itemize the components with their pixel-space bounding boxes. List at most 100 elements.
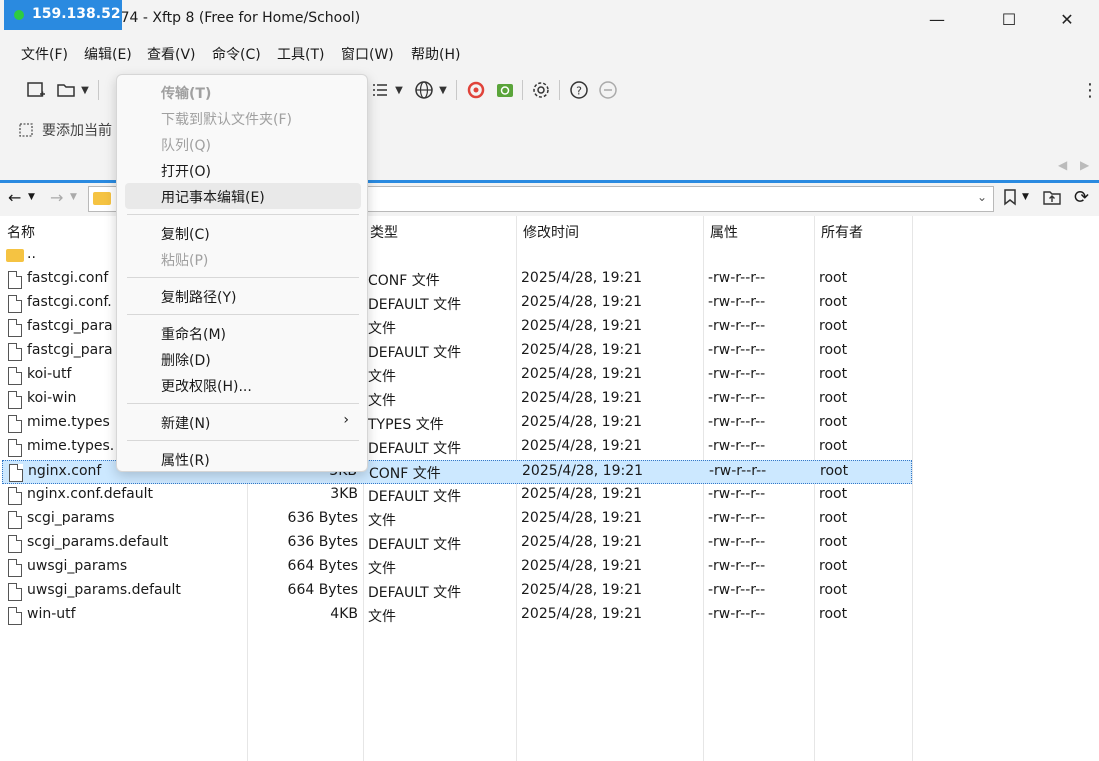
more-options-icon[interactable]: ⋮	[1078, 78, 1099, 102]
file-attributes: -rw-r--r--	[708, 366, 766, 382]
globe-dropdown-icon[interactable]: ▼	[436, 78, 450, 102]
file-modified: 2025/4/28, 19:21	[521, 510, 643, 526]
file-attributes: -rw-r--r--	[708, 558, 766, 574]
column-header-modified[interactable]: 修改时间	[523, 222, 579, 242]
file-icon	[8, 415, 22, 433]
close-button[interactable]: ✕	[1044, 0, 1090, 38]
minimize-button[interactable]: —	[914, 0, 960, 38]
file-owner: root	[819, 366, 848, 382]
file-icon	[8, 271, 22, 289]
context-menu-item[interactable]: 传输(T)	[125, 79, 361, 105]
file-name: fastcgi_para	[27, 342, 113, 358]
file-type: CONF 文件	[369, 466, 441, 482]
file-type: 文件	[368, 393, 396, 409]
context-menu-label: 粘贴(P)	[161, 253, 209, 269]
file-name: nginx.conf.default	[27, 486, 154, 502]
context-menu-item[interactable]: 属性(R)	[125, 446, 361, 472]
maximize-button[interactable]: ☐	[986, 0, 1032, 38]
help-icon[interactable]: ?	[567, 78, 591, 102]
file-modified: 2025/4/28, 19:21	[521, 294, 643, 310]
tab-scroll-left-icon[interactable]: ◀	[1058, 158, 1067, 172]
table-row[interactable]: scgi_params 636 Bytes 文件 2025/4/28, 19:21 -r…	[2, 508, 912, 532]
table-row[interactable]: scgi_params.default 636 Bytes DEFAULT 文件 20…	[2, 532, 912, 556]
context-menu-item[interactable]: 复制路径(Y)	[125, 283, 361, 309]
list-view-icon[interactable]	[368, 78, 392, 102]
forward-dropdown-icon[interactable]: ▼	[70, 192, 77, 202]
file-size: 3KB	[330, 486, 358, 502]
menu-tools[interactable]: 工具(T)	[277, 44, 324, 64]
file-modified: 2025/4/28, 19:21	[521, 318, 643, 334]
parent-folder-icon[interactable]	[1042, 188, 1062, 210]
globe-icon[interactable]	[412, 78, 436, 102]
file-name: mime.types.	[27, 438, 115, 454]
file-size: 664 Bytes	[287, 558, 358, 574]
context-menu-label: 重命名(M)	[161, 327, 227, 343]
file-modified: 2025/4/28, 19:21	[521, 366, 643, 382]
context-menu-item[interactable]: 下载到默认文件夹(F)	[125, 105, 361, 131]
folder-icon	[6, 249, 24, 262]
file-owner: root	[819, 342, 848, 358]
menu-view[interactable]: 查看(V)	[147, 44, 196, 64]
file-type: DEFAULT 文件	[368, 489, 462, 505]
context-menu-item[interactable]: 用记事本编辑(E)	[125, 183, 361, 209]
file-name: win-utf	[27, 606, 76, 622]
file-owner: root	[819, 270, 848, 286]
table-row[interactable]: win-utf 4KB 文件 2025/4/28, 19:21 -rw-r--r-- ro…	[2, 604, 912, 628]
xftp-icon[interactable]	[493, 78, 517, 102]
open-session-icon[interactable]	[54, 78, 78, 102]
context-menu-item[interactable]: 复制(C)	[125, 220, 361, 246]
file-type: DEFAULT 文件	[368, 441, 462, 457]
table-row[interactable]: uwsgi_params.default 664 Bytes DEFAULT 文件 2…	[2, 580, 912, 604]
menu-file[interactable]: 文件(F)	[21, 44, 68, 64]
tab-scroll-right-icon[interactable]: ▶	[1080, 158, 1089, 172]
menu-command[interactable]: 命令(C)	[212, 44, 261, 64]
open-session-dropdown-icon[interactable]: ▼	[78, 78, 92, 102]
forward-arrow-icon[interactable]: →	[50, 188, 63, 207]
context-menu-item[interactable]: 新建(N) ›	[125, 409, 361, 435]
file-type: DEFAULT 文件	[368, 585, 462, 601]
column-header-owner[interactable]: 所有者	[821, 222, 863, 242]
bookmark-icon[interactable]	[1002, 188, 1018, 210]
xshell-icon[interactable]	[464, 78, 488, 102]
file-attributes: -rw-r--r--	[708, 390, 766, 406]
file-attributes: -rw-r--r--	[709, 463, 767, 479]
table-row[interactable]: nginx.conf.default 3KB DEFAULT 文件 2025/4/28…	[2, 484, 912, 508]
context-menu-item[interactable]: 重命名(M)	[125, 320, 361, 346]
file-icon	[8, 583, 22, 601]
context-menu-item[interactable]: 打开(O)	[125, 157, 361, 183]
file-modified: 2025/4/28, 19:21	[521, 438, 643, 454]
menu-edit[interactable]: 编辑(E)	[84, 44, 132, 64]
new-session-icon[interactable]	[24, 78, 48, 102]
list-view-dropdown-icon[interactable]: ▼	[392, 78, 406, 102]
add-bookmark-icon[interactable]	[18, 121, 36, 143]
context-menu-label: 下载到默认文件夹(F)	[161, 112, 292, 128]
chat-icon[interactable]	[596, 78, 620, 102]
toolbar-separator	[522, 80, 523, 100]
context-menu-label: 队列(Q)	[161, 138, 211, 154]
file-attributes: -rw-r--r--	[708, 294, 766, 310]
table-row[interactable]: uwsgi_params 664 Bytes 文件 2025/4/28, 19:21 -…	[2, 556, 912, 580]
context-menu-label: 用记事本编辑(E)	[161, 190, 265, 206]
context-menu-item[interactable]: 更改权限(H)...	[125, 372, 361, 398]
column-header-name[interactable]: 名称	[7, 222, 35, 242]
column-header-type[interactable]: 类型	[370, 222, 398, 242]
settings-gear-icon[interactable]	[529, 78, 553, 102]
menu-help[interactable]: 帮助(H)	[411, 44, 460, 64]
menu-window[interactable]: 窗口(W)	[341, 44, 394, 64]
context-menu-item[interactable]: 删除(D)	[125, 346, 361, 372]
back-arrow-icon[interactable]: ←	[8, 188, 21, 207]
file-type: 文件	[368, 561, 396, 577]
toolbar-separator	[456, 80, 457, 100]
file-icon	[8, 319, 22, 337]
context-menu-item[interactable]: 粘贴(P)	[125, 246, 361, 272]
column-header-attributes[interactable]: 属性	[710, 222, 738, 242]
refresh-icon[interactable]: ⟳	[1074, 187, 1089, 208]
path-dropdown-icon[interactable]: ⌄	[977, 190, 987, 204]
file-type: TYPES 文件	[368, 417, 444, 433]
file-icon	[8, 439, 22, 457]
context-menu-item[interactable]: 队列(Q)	[125, 131, 361, 157]
back-dropdown-icon[interactable]: ▼	[28, 192, 35, 202]
file-icon	[9, 464, 23, 482]
bookmark-dropdown-icon[interactable]: ▼	[1022, 192, 1029, 202]
file-modified: 2025/4/28, 19:21	[521, 534, 643, 550]
